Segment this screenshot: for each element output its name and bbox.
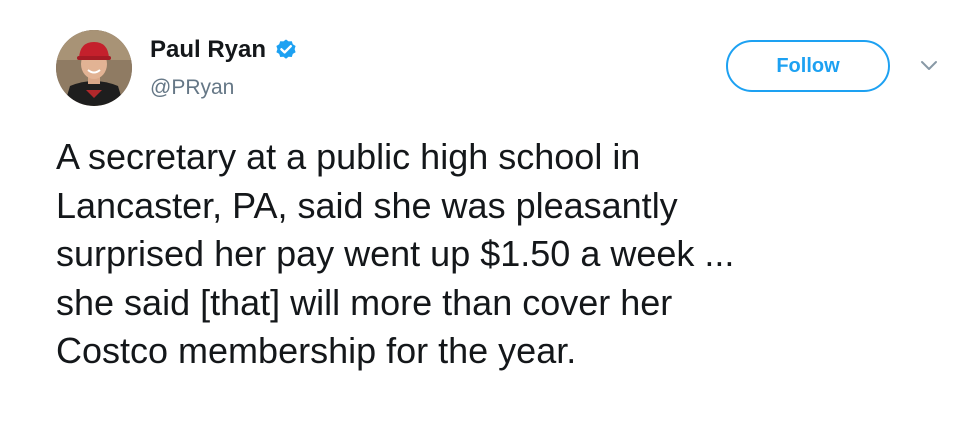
- tweet-card: Paul Ryan @PRyan Follow A secretary at a…: [0, 0, 980, 439]
- tweet-text-line: Costco membership for the year.: [56, 330, 577, 371]
- author-name-row: Paul Ryan: [150, 36, 298, 64]
- tweet-text-line: A secretary at a public high school in: [56, 136, 641, 177]
- author-display-name[interactable]: Paul Ryan: [150, 36, 266, 64]
- author-handle[interactable]: @PRyan: [150, 76, 234, 100]
- author-avatar[interactable]: [56, 30, 132, 106]
- follow-button[interactable]: Follow: [726, 40, 890, 92]
- avatar-photo-icon: [56, 30, 132, 106]
- tweet-text-line: she said [that] will more than cover her: [56, 281, 673, 323]
- tweet-text-line: surprised her pay went up $1.50 a week .…: [56, 233, 735, 274]
- verified-badge-icon: [274, 38, 298, 62]
- tweet-text: A secretary at a public high school in L…: [56, 133, 936, 376]
- tweet-text-line: Lancaster, PA, said she was pleasantly: [56, 184, 678, 226]
- chevron-down-icon[interactable]: [918, 58, 940, 74]
